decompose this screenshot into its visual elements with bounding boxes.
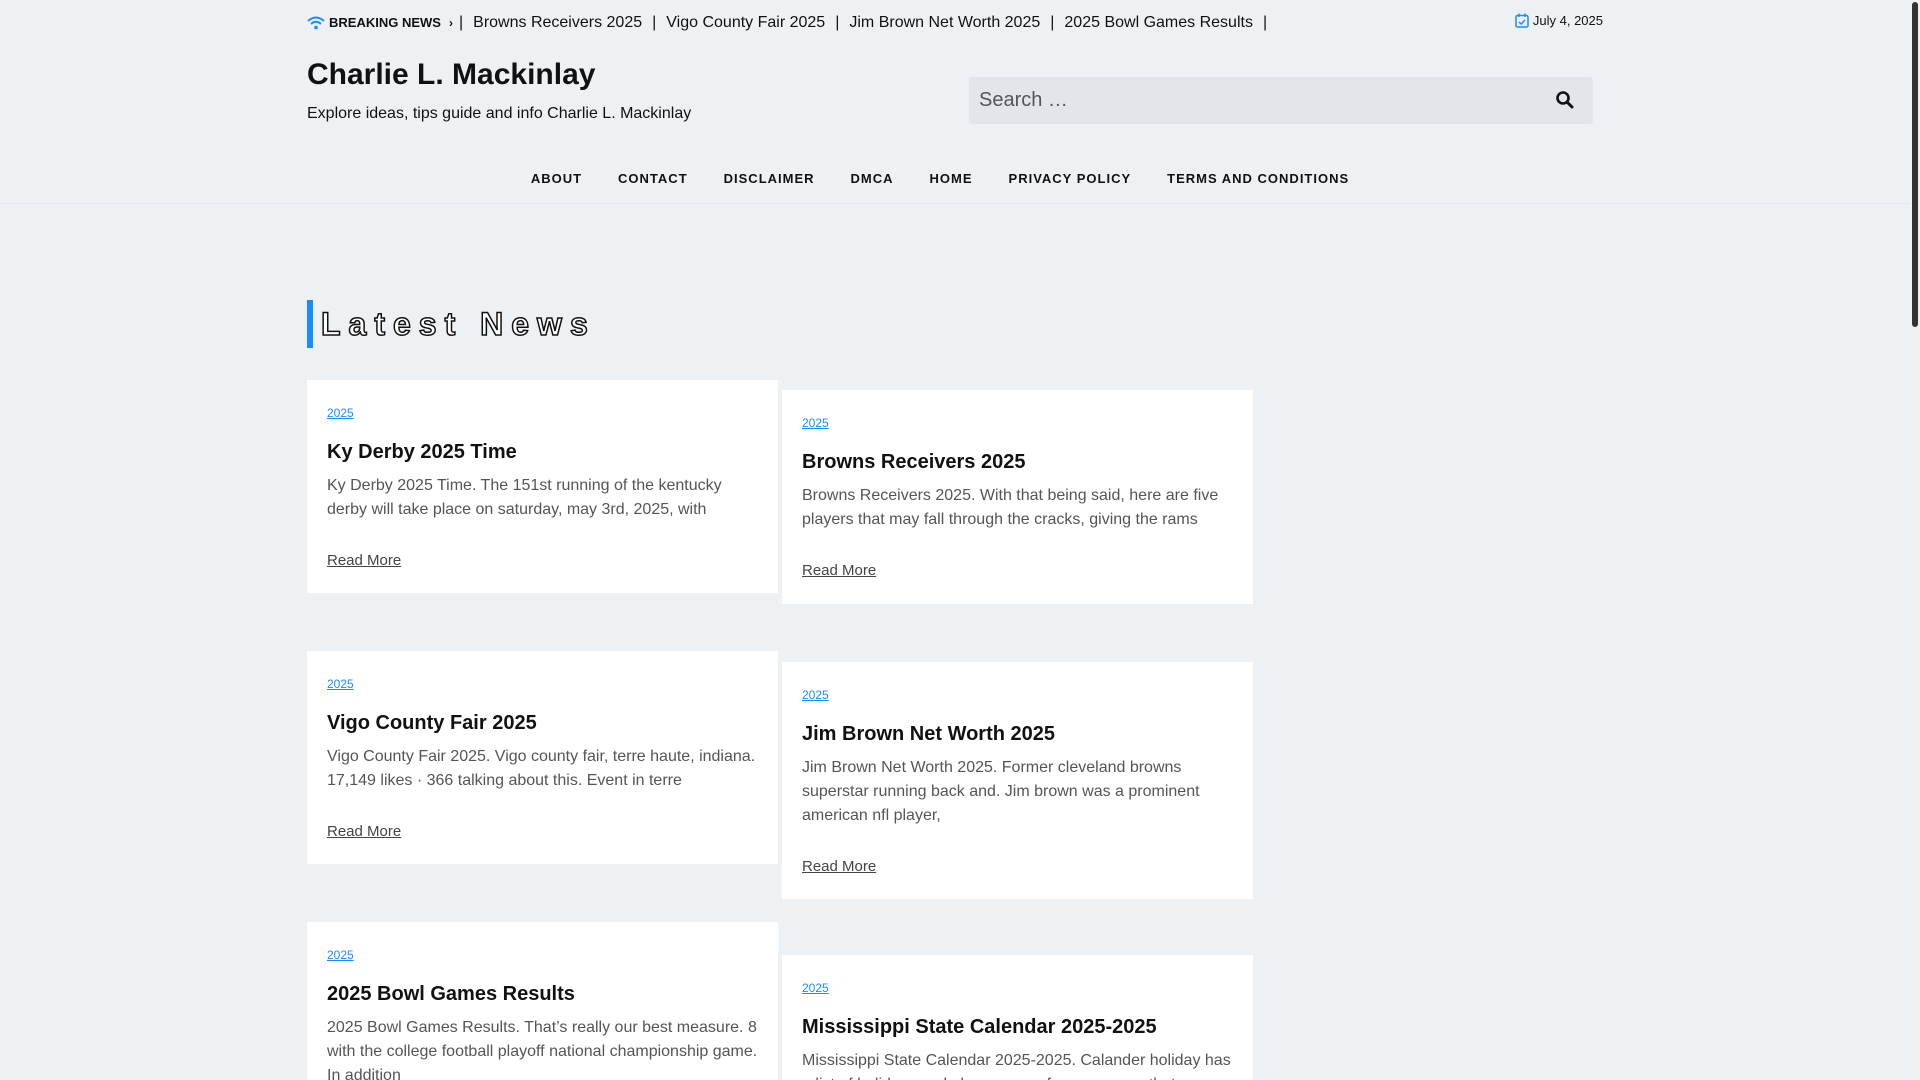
post-category[interactable]: 2025	[327, 948, 354, 962]
search-icon	[1556, 91, 1574, 109]
date-text: July 4, 2025	[1532, 13, 1603, 28]
post-card: 2025 Vigo County Fair 2025 Vigo County F…	[307, 651, 778, 864]
page: BREAKING NEWS › | Browns Receivers 2025 …	[0, 0, 1910, 1080]
post-title[interactable]: Vigo County Fair 2025	[327, 711, 758, 735]
nav-disclaimer[interactable]: DISCLAIMER	[706, 171, 833, 186]
ticker-item[interactable]: 2025 Bowl Games Results	[1064, 14, 1253, 32]
wifi-icon	[307, 16, 325, 29]
main-navigation: ABOUT CONTACT DISCLAIMER DMCA HOME PRIVA…	[0, 153, 1910, 204]
search-button[interactable]	[1555, 90, 1575, 110]
site-tagline: Explore ideas, tips guide and info Charl…	[307, 105, 692, 122]
post-category[interactable]: 2025	[802, 688, 829, 702]
post-title[interactable]: Jim Brown Net Worth 2025	[802, 722, 1233, 746]
nav-home[interactable]: HOME	[912, 171, 991, 186]
news-ticker: | Browns Receivers 2025 | Vigo County Fa…	[459, 14, 1268, 32]
breaking-separator: ›	[448, 15, 453, 30]
scrollbar-thumb[interactable]	[1912, 2, 1918, 327]
post-excerpt: 2025 Bowl Games Results. That’s really o…	[327, 1019, 758, 1080]
read-more-link[interactable]: Read More	[327, 552, 758, 569]
post-card: 2025 Browns Receivers 2025 Browns Receiv…	[782, 390, 1253, 604]
section-title-text: Latest News	[320, 305, 596, 343]
post-excerpt: Vigo County Fair 2025. Vigo county fair,…	[327, 748, 756, 789]
site-title[interactable]: Charlie L. Mackinlay	[307, 58, 595, 92]
current-date: July 4, 2025	[1515, 13, 1603, 28]
post-title[interactable]: Mississippi State Calendar 2025-2025	[802, 1015, 1233, 1039]
post-title[interactable]: Browns Receivers 2025	[802, 450, 1233, 474]
site-header: Charlie L. Mackinlay Explore ideas, tips…	[0, 48, 1910, 153]
search-form	[969, 77, 1593, 124]
post-category[interactable]: 2025	[327, 677, 354, 691]
ticker-item[interactable]: Vigo County Fair 2025	[666, 14, 825, 32]
post-card: 2025 Jim Brown Net Worth 2025 Jim Brown …	[782, 662, 1253, 899]
top-bar: BREAKING NEWS › | Browns Receivers 2025 …	[0, 0, 1910, 48]
post-card: 2025 2025 Bowl Games Results 2025 Bowl G…	[307, 922, 778, 1080]
post-card: 2025 Mississippi State Calendar 2025-202…	[782, 955, 1253, 1080]
section-title: Latest News	[307, 300, 596, 348]
post-excerpt: Jim Brown Net Worth 2025. Former clevela…	[802, 759, 1200, 824]
calendar-check-icon	[1515, 13, 1529, 28]
nav-dmca[interactable]: DMCA	[833, 171, 912, 186]
ticker-item[interactable]: Browns Receivers 2025	[473, 14, 642, 32]
post-excerpt: Ky Derby 2025 Time. The 151st running of…	[327, 477, 722, 518]
post-category[interactable]: 2025	[802, 416, 829, 430]
nav-about[interactable]: ABOUT	[513, 171, 600, 186]
post-title[interactable]: 2025 Bowl Games Results	[327, 982, 758, 1006]
breaking-news-label: BREAKING NEWS	[329, 15, 441, 30]
read-more-link[interactable]: Read More	[802, 858, 1233, 875]
post-category[interactable]: 2025	[802, 981, 829, 995]
post-card: 2025 Ky Derby 2025 Time Ky Derby 2025 Ti…	[307, 380, 778, 593]
post-title[interactable]: Ky Derby 2025 Time	[327, 440, 758, 464]
nav-privacy-policy[interactable]: PRIVACY POLICY	[991, 171, 1150, 186]
post-excerpt: Mississippi State Calendar 2025-2025. Ca…	[802, 1052, 1231, 1080]
nav-contact[interactable]: CONTACT	[600, 171, 706, 186]
nav-terms-and-conditions[interactable]: TERMS AND CONDITIONS	[1149, 171, 1367, 186]
post-category[interactable]: 2025	[327, 406, 354, 420]
ticker-item[interactable]: Jim Brown Net Worth 2025	[849, 14, 1040, 32]
read-more-link[interactable]: Read More	[802, 562, 1233, 579]
breaking-news: BREAKING NEWS ›	[307, 15, 453, 30]
post-excerpt: Browns Receivers 2025. With that being s…	[802, 487, 1219, 528]
search-input[interactable]	[969, 77, 1529, 124]
read-more-link[interactable]: Read More	[327, 823, 758, 840]
